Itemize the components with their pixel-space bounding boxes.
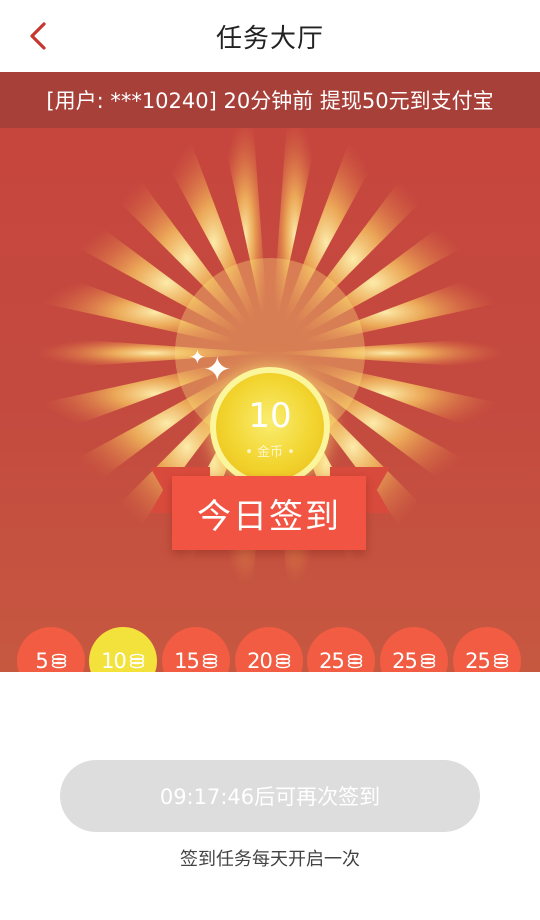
chevron-left-icon: [30, 22, 46, 50]
weekday-item: 25周日: [453, 627, 521, 672]
weekday-item: 10周二: [89, 627, 157, 672]
coin-amount: 10: [248, 395, 292, 436]
coin-stack-icon: [420, 653, 436, 669]
gold-coin: 10 • 金币 •: [210, 367, 330, 487]
coin-stack-icon: [275, 653, 291, 669]
weekday-reward-value: 25: [465, 649, 491, 672]
weekday-reward-circle: 15: [162, 627, 230, 672]
recheckin-countdown-button[interactable]: 09:17:46后可再次签到: [60, 760, 480, 832]
coin-unit: • 金币 •: [245, 444, 295, 460]
page-title: 任务大厅: [215, 23, 324, 54]
weekday-reward-value: 5: [35, 649, 48, 672]
weekday-reward-circle: 25: [453, 627, 521, 672]
weekday-reward-circle: 25: [380, 627, 448, 672]
coin-stack-icon: [129, 653, 145, 669]
weekday-reward-circle: 5: [17, 627, 85, 672]
checkin-note: 签到任务每天开启一次: [180, 849, 360, 870]
coin-stack-icon: [347, 653, 363, 669]
weekday-reward-value: 15: [174, 649, 200, 672]
weekday-item: 25周五: [307, 627, 375, 672]
sparkle-small-icon: ✦: [189, 345, 206, 369]
app-header: 任务大厅: [0, 0, 540, 72]
weekly-checkin-row: 5周一10周二15周三20周四25周五25周六25周日: [0, 627, 540, 672]
weekday-reward-value: 25: [319, 649, 345, 672]
weekday-item: 20周四: [235, 627, 303, 672]
weekday-reward-circle: 25: [307, 627, 375, 672]
back-button[interactable]: [22, 20, 54, 52]
weekday-item: 5周一: [17, 627, 85, 672]
weekday-item: 15周三: [162, 627, 230, 672]
checkin-hero: [用户: ***10240] 20分钟前 提现50元到支付宝 ✦ ✦ 10 • …: [0, 72, 540, 672]
weekday-reward-value: 20: [247, 649, 273, 672]
weekday-reward-circle: 10: [89, 627, 157, 672]
coin-stack-icon: [202, 653, 218, 669]
coin-stack-icon: [493, 653, 509, 669]
weekday-reward-circle: 20: [235, 627, 303, 672]
weekday-item: 25周六: [380, 627, 448, 672]
withdraw-ticker: [用户: ***10240] 20分钟前 提现50元到支付宝: [0, 72, 540, 128]
weekday-reward-value: 10: [101, 649, 127, 672]
coin-stack-icon: [51, 653, 66, 669]
daily-checkin-button[interactable]: 今日签到: [172, 476, 366, 550]
weekday-reward-value: 25: [392, 649, 418, 672]
